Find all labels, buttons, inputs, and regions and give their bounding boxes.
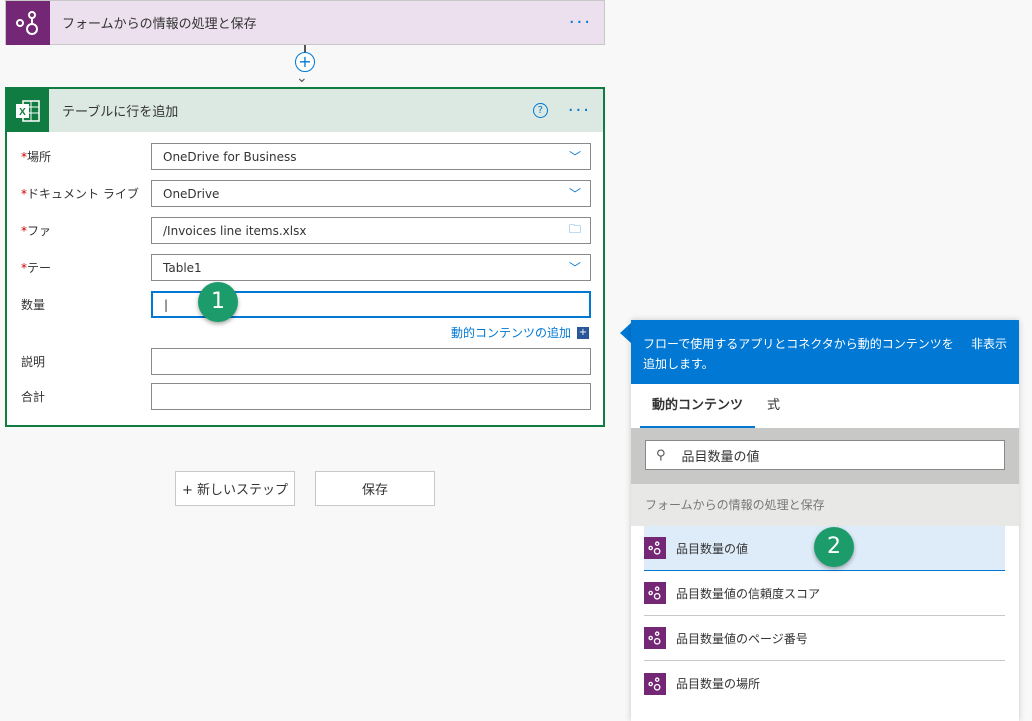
add-row-action-card: X テーブルに行を追加 ? ··· *場所OneDrive for Busine… (5, 87, 605, 427)
arrow-down-icon: ⌄ (296, 70, 308, 86)
field-label: *場所 (21, 148, 151, 165)
chevron-down-icon: ﹀ (560, 259, 590, 276)
excel-icon: X (7, 89, 49, 132)
action-title: テーブルに行を追加 (62, 101, 533, 120)
help-icon[interactable]: ? (533, 103, 548, 118)
forms-processing-icon (644, 537, 666, 559)
hide-button[interactable]: 非表示 (971, 334, 1007, 384)
chevron-down-icon: ﹀ (560, 148, 590, 165)
location-row: *場所OneDrive for Business﹀ (21, 143, 591, 170)
chevron-down-icon: ﹀ (560, 185, 590, 202)
trigger-title: フォームからの情報の処理と保存 (62, 13, 569, 32)
field-label: 数量 (21, 296, 151, 313)
panel-pointer (620, 323, 631, 343)
step-badge-2: 2 (814, 527, 854, 567)
trigger-card[interactable]: フォームからの情報の処理と保存 ··· (5, 0, 605, 45)
tab-dynamic-content[interactable]: 動的コンテンツ (640, 384, 755, 428)
library-dropdown[interactable]: OneDrive﹀ (151, 180, 591, 207)
location-dropdown[interactable]: OneDrive for Business﹀ (151, 143, 591, 170)
field-label: 説明 (21, 353, 151, 370)
list-item[interactable]: 品目数量値のページ番号 (644, 616, 1005, 661)
quantity-row: 数量| (21, 291, 591, 318)
search-input[interactable]: ⚲品目数量の値 (645, 440, 1005, 470)
forms-processing-icon (6, 1, 50, 45)
description-row: 説明 (21, 348, 591, 375)
step-badge-1: 1 (198, 282, 238, 322)
file-row: *ファ/Invoices line items.xlsx🗀 (21, 217, 591, 244)
forms-processing-icon (644, 673, 666, 695)
list-item[interactable]: 品目数量の場所 (644, 661, 1005, 706)
list-item[interactable]: 品目数量値の信頼度スコア (644, 571, 1005, 616)
new-step-button[interactable]: + 新しいステップ (175, 471, 295, 506)
file-input[interactable]: /Invoices line items.xlsx🗀 (151, 217, 591, 244)
field-label: *テー (21, 259, 151, 276)
field-label: 合計 (21, 388, 151, 405)
library-row: *ドキュメント ライブOneDrive﹀ (21, 180, 591, 207)
dynamic-content-panel: フローで使用するアプリとコネクタから動的コンテンツを追加します。非表示 動的コン… (631, 320, 1019, 721)
table-row: *テーTable1﹀ (21, 254, 591, 281)
panel-header-text: フローで使用するアプリとコネクタから動的コンテンツを追加します。 (643, 334, 963, 384)
add-dynamic-content-link[interactable]: 動的コンテンツの追加+ (451, 324, 589, 341)
forms-processing-icon (644, 627, 666, 649)
action-header[interactable]: X テーブルに行を追加 ? ··· (7, 89, 603, 132)
description-input[interactable] (151, 348, 591, 375)
folder-icon[interactable]: 🗀 (560, 220, 590, 241)
total-row: 合計 (21, 383, 591, 410)
field-label: *ドキュメント ライブ (21, 185, 151, 202)
field-label: *ファ (21, 222, 151, 239)
svg-text:X: X (19, 107, 26, 118)
search-icon: ⚲ (656, 448, 666, 463)
plus-icon: + (577, 327, 589, 339)
table-dropdown[interactable]: Table1﹀ (151, 254, 591, 281)
save-button[interactable]: 保存 (315, 471, 435, 506)
group-header: フォームからの情報の処理と保存 (631, 484, 1019, 526)
insert-step-button[interactable]: + (295, 52, 315, 72)
forms-processing-icon (644, 582, 666, 604)
action-more-button[interactable]: ··· (568, 100, 591, 121)
total-input[interactable] (151, 383, 591, 410)
tab-expression[interactable]: 式 (755, 384, 792, 428)
trigger-more-button[interactable]: ··· (569, 12, 592, 33)
